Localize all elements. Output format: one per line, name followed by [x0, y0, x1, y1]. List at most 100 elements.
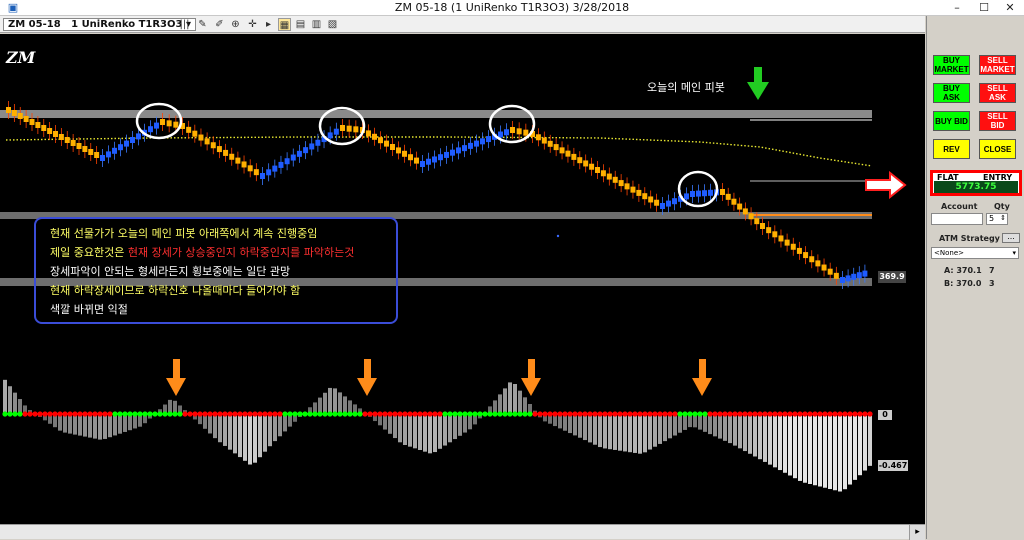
chevron-down-icon: ▾	[1012, 248, 1016, 258]
buy-bid-button[interactable]: BUY BID	[933, 111, 970, 131]
osc-bar	[268, 414, 272, 446]
osc-bar	[83, 414, 87, 437]
spinner-icon[interactable]: ⇕	[1000, 213, 1006, 223]
candle-brick	[420, 161, 425, 167]
candle-brick	[154, 123, 159, 129]
osc-signal-dot	[472, 411, 477, 416]
crosshair-icon[interactable]: ✛	[246, 18, 259, 31]
select-icon[interactable]: ▸	[262, 18, 275, 31]
sell-bid-button[interactable]: SELL BID	[979, 111, 1016, 131]
reverse-button[interactable]: REV	[933, 139, 970, 159]
chart-trader-icon[interactable]: ▦	[278, 18, 291, 31]
osc-bar	[343, 396, 347, 414]
candle-brick	[577, 157, 582, 163]
osc-bar	[623, 414, 627, 451]
osc-signal-dot	[142, 411, 147, 416]
osc-bar	[283, 414, 287, 431]
osc-signal-dot	[522, 411, 527, 416]
minimize-button[interactable]: –	[944, 0, 970, 16]
close-window-button[interactable]: ✕	[997, 0, 1023, 16]
zoom-in-icon[interactable]: ⊕	[229, 18, 242, 31]
osc-signal-dot	[762, 411, 767, 416]
osc-signal-dot	[637, 411, 642, 416]
candle-brick	[100, 155, 105, 161]
atm-options-button[interactable]: ...	[1002, 233, 1020, 243]
signal-arrow-icon	[357, 378, 377, 396]
candle-brick	[726, 194, 731, 200]
account-field[interactable]	[931, 213, 983, 225]
osc-signal-dot	[197, 411, 202, 416]
osc-signal-dot	[242, 411, 247, 416]
osc-bar	[798, 414, 802, 481]
osc-signal-dot	[432, 411, 437, 416]
candle-brick	[426, 159, 431, 165]
osc-bar	[433, 414, 437, 452]
osc-signal-dot	[402, 411, 407, 416]
chart-area[interactable]: ZM 오늘의 메인 피봇 현재 선물가가 오늘의 메인 피봇 아래쪽에서 계속 …	[0, 34, 925, 524]
osc-bar	[663, 414, 667, 441]
horizontal-scrollbar[interactable]: ▸	[0, 524, 925, 539]
osc-signal-dot	[862, 411, 867, 416]
osc-signal-dot	[732, 411, 737, 416]
osc-bar	[103, 414, 107, 439]
atm-strategy-select[interactable]: <None> ▾	[931, 247, 1019, 259]
sell-ask-button[interactable]: SELL ASK	[979, 83, 1016, 103]
candle-brick	[334, 129, 339, 135]
osc-bar	[513, 384, 517, 414]
candle-brick	[565, 151, 570, 157]
candle-brick	[242, 161, 247, 167]
osc-bar	[118, 414, 122, 434]
candle-brick	[619, 180, 624, 186]
maximize-button[interactable]: ☐	[971, 0, 997, 16]
qty-field[interactable]: 5 ⇕	[986, 213, 1008, 225]
buy-market-button[interactable]: BUY MARKET	[933, 55, 970, 75]
candle-brick	[791, 244, 796, 250]
candle-brick	[589, 164, 594, 170]
osc-signal-dot	[672, 411, 677, 416]
osc-signal-dot	[712, 411, 717, 416]
osc-bar	[238, 414, 242, 457]
osc-bar	[438, 414, 442, 449]
candle-brick	[353, 126, 358, 132]
osc-signal-dot	[757, 411, 762, 416]
bid-size: 3	[989, 279, 995, 288]
osc-signal-dot	[682, 411, 687, 416]
draw-pencil-icon[interactable]: ✎	[196, 18, 209, 31]
osc-signal-dot	[282, 411, 287, 416]
osc-signal-dot	[227, 411, 232, 416]
candle-brick	[390, 144, 395, 150]
osc-bar	[673, 414, 677, 436]
candle-brick	[754, 218, 759, 224]
osc-signal-dot	[632, 411, 637, 416]
osc-bar	[263, 414, 267, 452]
scroll-right-icon[interactable]: ▸	[909, 525, 925, 540]
pivot-label: 오늘의 메인 피봇	[647, 79, 725, 95]
osc-bar	[248, 414, 252, 465]
instrument-selector[interactable]: ZM 05-18 1 UniRenko T1R3O3 ▾	[3, 18, 196, 31]
osc-signal-dot	[577, 411, 582, 416]
osc-signal-dot	[612, 411, 617, 416]
candle-brick	[760, 223, 765, 229]
candle-brick	[542, 138, 547, 144]
bar-type-icon[interactable]: |||	[178, 18, 191, 31]
osc-bar	[813, 414, 817, 485]
osc-signal-dot	[52, 411, 57, 416]
candle-brick	[595, 167, 600, 173]
osc-signal-dot	[192, 411, 197, 416]
properties-icon[interactable]: ▤	[294, 18, 307, 31]
close-position-button[interactable]: CLOSE	[979, 139, 1016, 159]
candle-brick	[737, 204, 742, 210]
strategies-icon[interactable]: ▧	[326, 18, 339, 31]
osc-bar	[443, 414, 447, 446]
marker-icon[interactable]: ✐	[213, 18, 226, 31]
osc-signal-dot	[497, 411, 502, 416]
buy-ask-button[interactable]: BUY ASK	[933, 83, 970, 103]
osc-bar	[778, 414, 782, 470]
candle-brick	[672, 198, 677, 204]
osc-signal-dot	[737, 411, 742, 416]
osc-signal-dot	[702, 411, 707, 416]
sell-market-button[interactable]: SELL MARKET	[979, 55, 1016, 75]
osc-signal-dot	[147, 411, 152, 416]
indicators-icon[interactable]: ▥	[310, 18, 323, 31]
osc-signal-dot	[747, 411, 752, 416]
